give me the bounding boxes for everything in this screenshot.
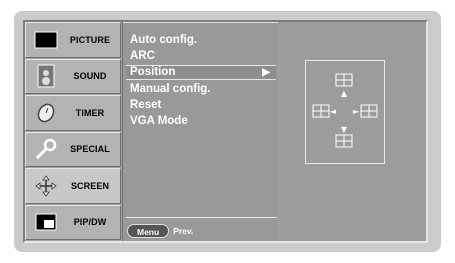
position-left-icon [312, 104, 330, 118]
arrow-right-icon: ► [353, 107, 360, 116]
menu-item-reset[interactable]: Reset [126, 98, 276, 113]
sidebar-item-label: SPECIAL [70, 144, 110, 155]
screen-submenu: Auto config. ARC Position ▶ Manual confi… [122, 22, 278, 241]
sidebar-item-label: PIP/DW [73, 217, 107, 228]
menu-item-position[interactable]: Position ▶ [126, 65, 276, 80]
sidebar-item-label: SOUND [73, 71, 107, 82]
sidebar-item-label: PICTURE [69, 34, 111, 45]
menu-footer: Menu Prev. [127, 224, 193, 238]
position-up-icon [335, 73, 353, 87]
menu-item-label: Position [130, 66, 176, 78]
sidebar-item-picture[interactable]: PICTURE [25, 22, 121, 58]
position-diagram: ▲ ▼ ◄ ► [305, 60, 385, 164]
clock-icon [32, 99, 60, 127]
arrow-down-icon: ▼ [341, 125, 348, 134]
sidebar-item-pip[interactable]: PIP/DW [25, 204, 121, 240]
sidebar-item-label: SCREEN [70, 180, 110, 191]
sidebar-item-sound[interactable]: SOUND [25, 58, 121, 94]
sidebar-item-screen[interactable]: SCREEN [25, 168, 121, 204]
sidebar: PICTURE SOUND TIMER SPECIAL SCREEN PIP/D… [25, 22, 121, 241]
sidebar-item-timer[interactable]: TIMER [25, 95, 121, 131]
speaker-icon [32, 62, 60, 90]
prev-label: Prev. [173, 226, 194, 236]
menu-button[interactable]: Menu [127, 224, 170, 238]
menu-top-divider [123, 22, 278, 23]
menu-item-vga-mode[interactable]: VGA Mode [126, 114, 276, 129]
tv-screen-icon [32, 26, 60, 54]
screen-adjust-icon [32, 172, 60, 200]
pip-icon [32, 208, 60, 236]
arrow-up-icon: ▲ [341, 89, 348, 98]
sidebar-item-label: TIMER [75, 107, 105, 118]
menu-footer-divider [126, 217, 277, 218]
menu-item-manual-config[interactable]: Manual config. [126, 82, 276, 97]
position-down-icon [335, 134, 353, 148]
menu-item-arc[interactable]: ARC [126, 49, 276, 64]
wrench-icon [32, 135, 60, 163]
menu-item-auto-config[interactable]: Auto config. [126, 33, 276, 48]
chevron-right-icon: ▶ [262, 67, 270, 78]
arrow-left-icon: ◄ [330, 107, 337, 116]
position-right-icon [360, 104, 378, 118]
sidebar-item-special[interactable]: SPECIAL [25, 131, 121, 167]
